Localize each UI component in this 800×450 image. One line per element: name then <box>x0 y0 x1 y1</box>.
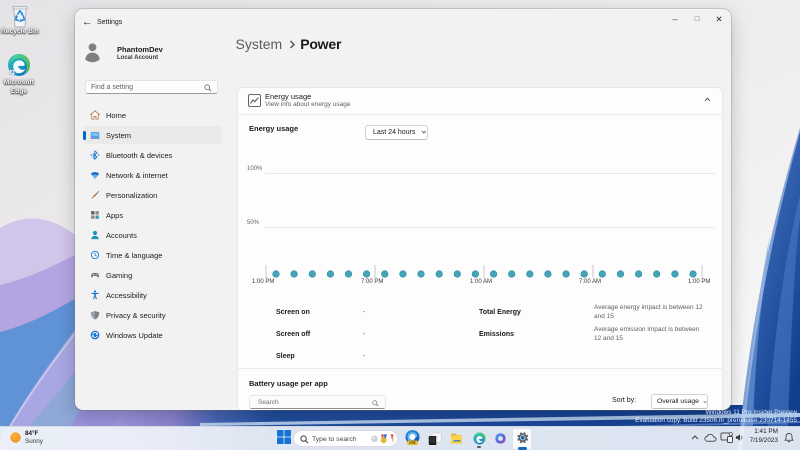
svg-text:PRE: PRE <box>409 441 416 445</box>
